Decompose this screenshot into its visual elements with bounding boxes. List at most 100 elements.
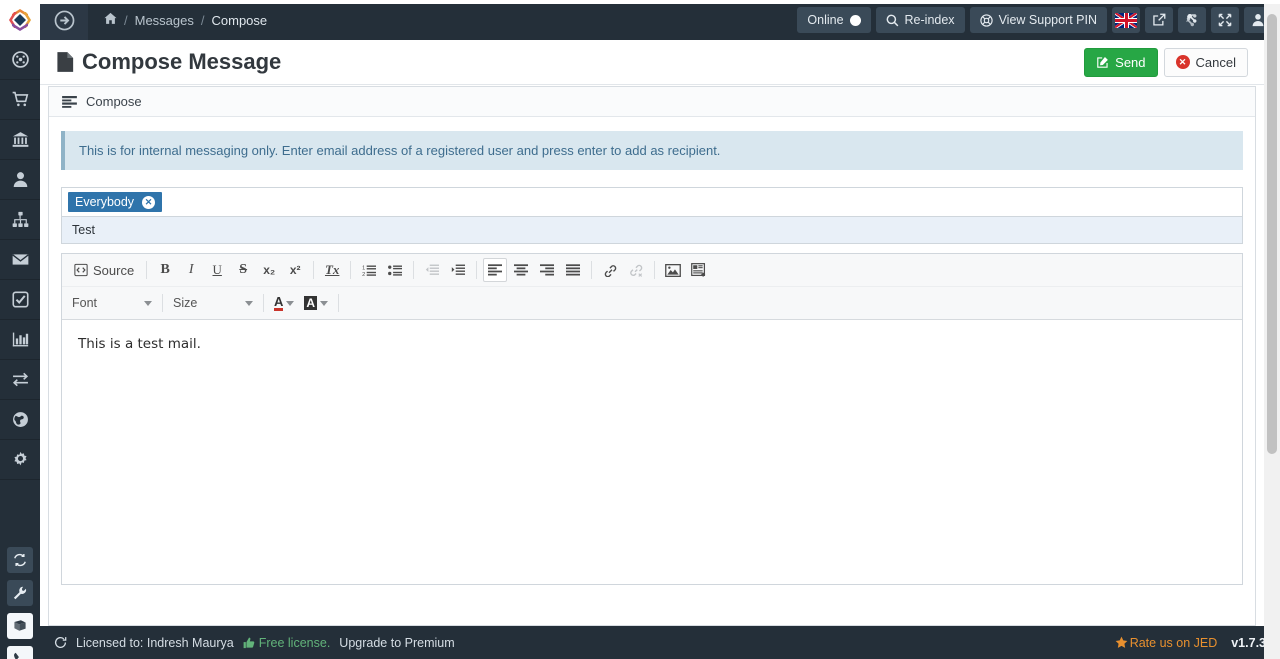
- recipients-input[interactable]: Everybody ✕: [61, 187, 1243, 217]
- bold-icon: B: [160, 262, 170, 277]
- phone-icon: [14, 652, 19, 659]
- sidebar-item-bank[interactable]: [0, 120, 40, 160]
- sidebar-item-settings[interactable]: [0, 440, 40, 480]
- align-justify-button[interactable]: [561, 258, 585, 282]
- lifebuoy-icon: [979, 13, 993, 27]
- strikethrough-button[interactable]: S: [231, 258, 255, 282]
- subject-input[interactable]: Test: [61, 217, 1243, 244]
- cancel-button-label: Cancel: [1195, 54, 1236, 70]
- cancel-button[interactable]: ✕ Cancel: [1163, 47, 1248, 77]
- left-sidebar: [0, 0, 40, 659]
- open-site-button[interactable]: [1145, 7, 1173, 33]
- sidebar-support-button[interactable]: [7, 646, 33, 659]
- arrow-circle-right-icon: [54, 10, 74, 30]
- sidebar-sync-button[interactable]: [7, 547, 33, 573]
- user-icon: [1252, 14, 1264, 27]
- refresh-icon[interactable]: [54, 636, 67, 649]
- remove-format-button[interactable]: Tx: [320, 258, 344, 282]
- align-center-button[interactable]: [509, 258, 533, 282]
- bold-button[interactable]: B: [153, 258, 177, 282]
- sidebar-item-sitemap[interactable]: [0, 200, 40, 240]
- send-button[interactable]: Send: [1084, 47, 1158, 77]
- toolbar-separator: [654, 261, 656, 279]
- vertical-scrollbar[interactable]: [1264, 0, 1280, 659]
- language-flag-button[interactable]: [1112, 7, 1140, 33]
- fullscreen-button[interactable]: [1211, 7, 1239, 33]
- chevron-down-icon: [144, 300, 152, 306]
- reindex-label: Re-index: [904, 13, 955, 27]
- align-center-icon: [514, 264, 529, 276]
- wrench-icon: [13, 586, 27, 600]
- outdent-button[interactable]: [420, 258, 444, 282]
- reindex-button[interactable]: Re-index: [875, 7, 965, 33]
- sitemap-icon: [12, 211, 28, 227]
- bar-chart-icon: [12, 332, 28, 347]
- breadcrumb-item-messages[interactable]: Messages: [135, 13, 194, 28]
- star-icon: [1115, 636, 1128, 648]
- sidebar-tools-button[interactable]: [7, 580, 33, 606]
- unordered-list-icon: [387, 264, 402, 276]
- compose-form: This is for internal messaging only. Ent…: [49, 117, 1255, 585]
- template-button[interactable]: [687, 258, 711, 282]
- editor-content-area[interactable]: This is a test mail.: [62, 320, 1242, 584]
- free-license-label: Free license.: [243, 636, 330, 650]
- font-size-select[interactable]: Size: [169, 291, 257, 315]
- toolbar-separator: [146, 261, 148, 279]
- sidebar-item-cart[interactable]: [0, 80, 40, 120]
- uk-flag-icon: [1115, 12, 1137, 28]
- bulleted-list-button[interactable]: [383, 258, 407, 282]
- sidebar-item-transactions[interactable]: [0, 360, 40, 400]
- sidebar-item-tasks[interactable]: [0, 280, 40, 320]
- times-circle-icon: ✕: [1175, 55, 1190, 69]
- toolbar-separator: [338, 294, 340, 312]
- sidebar-item-reports[interactable]: [0, 320, 40, 360]
- font-family-select[interactable]: Font: [68, 291, 156, 315]
- image-button[interactable]: [661, 258, 685, 282]
- text-color-button[interactable]: A: [270, 291, 298, 315]
- remove-recipient-icon[interactable]: ✕: [142, 195, 156, 209]
- source-button-label: Source: [93, 262, 135, 278]
- background-color-icon: A: [304, 296, 318, 310]
- sidebar-item-globe[interactable]: [0, 400, 40, 440]
- editor-toolbar-row-1: Source B I U S x₂ x² Tx 1 2: [62, 254, 1242, 287]
- background-color-button[interactable]: A: [300, 291, 332, 315]
- link-button[interactable]: [598, 258, 622, 282]
- superscript-button[interactable]: x²: [283, 258, 307, 282]
- subscript-icon: x₂: [263, 263, 276, 277]
- circle-dot-icon: [849, 14, 861, 26]
- home-icon[interactable]: [104, 12, 117, 28]
- joomla-button[interactable]: [1178, 7, 1206, 33]
- rate-us-link[interactable]: Rate us on JED: [1115, 636, 1217, 650]
- compose-tab[interactable]: Compose: [49, 87, 1255, 117]
- align-right-button[interactable]: [535, 258, 559, 282]
- recipient-tag[interactable]: Everybody ✕: [68, 192, 163, 212]
- sidebar-collapse-button[interactable]: [40, 0, 88, 40]
- view-support-pin-button[interactable]: View Support PIN: [969, 7, 1107, 33]
- scrollbar-thumb[interactable]: [1267, 14, 1277, 454]
- breadcrumb-item-compose: Compose: [211, 12, 268, 28]
- subscript-button[interactable]: x₂: [257, 258, 281, 282]
- app-logo[interactable]: [0, 0, 40, 40]
- shopping-cart-icon: [12, 91, 28, 107]
- italic-button[interactable]: I: [179, 258, 203, 282]
- breadcrumb: / Messages / Compose: [88, 12, 267, 28]
- indent-button[interactable]: [446, 258, 470, 282]
- sidebar-item-user[interactable]: [0, 160, 40, 200]
- align-left-button[interactable]: [483, 258, 508, 282]
- image-icon: [665, 263, 682, 277]
- align-justify-icon: [566, 264, 581, 276]
- info-alert: This is for internal messaging only. Ent…: [61, 131, 1243, 170]
- online-status-button[interactable]: Online: [797, 7, 871, 33]
- numbered-list-button[interactable]: 1 2: [357, 258, 381, 282]
- unlink-icon: [629, 264, 642, 277]
- footer-bar: Licensed to: Indresh Maurya Free license…: [40, 626, 1280, 659]
- source-button[interactable]: Source: [68, 258, 140, 282]
- size-select-label: Size: [173, 296, 198, 310]
- sidebar-item-messages[interactable]: [0, 240, 40, 280]
- upgrade-link[interactable]: Upgrade to Premium: [339, 636, 454, 650]
- sidebar-item-dashboard[interactable]: [0, 40, 40, 80]
- underline-button[interactable]: U: [205, 258, 229, 282]
- sidebar-docs-button[interactable]: [7, 613, 33, 639]
- unlink-button[interactable]: [624, 258, 648, 282]
